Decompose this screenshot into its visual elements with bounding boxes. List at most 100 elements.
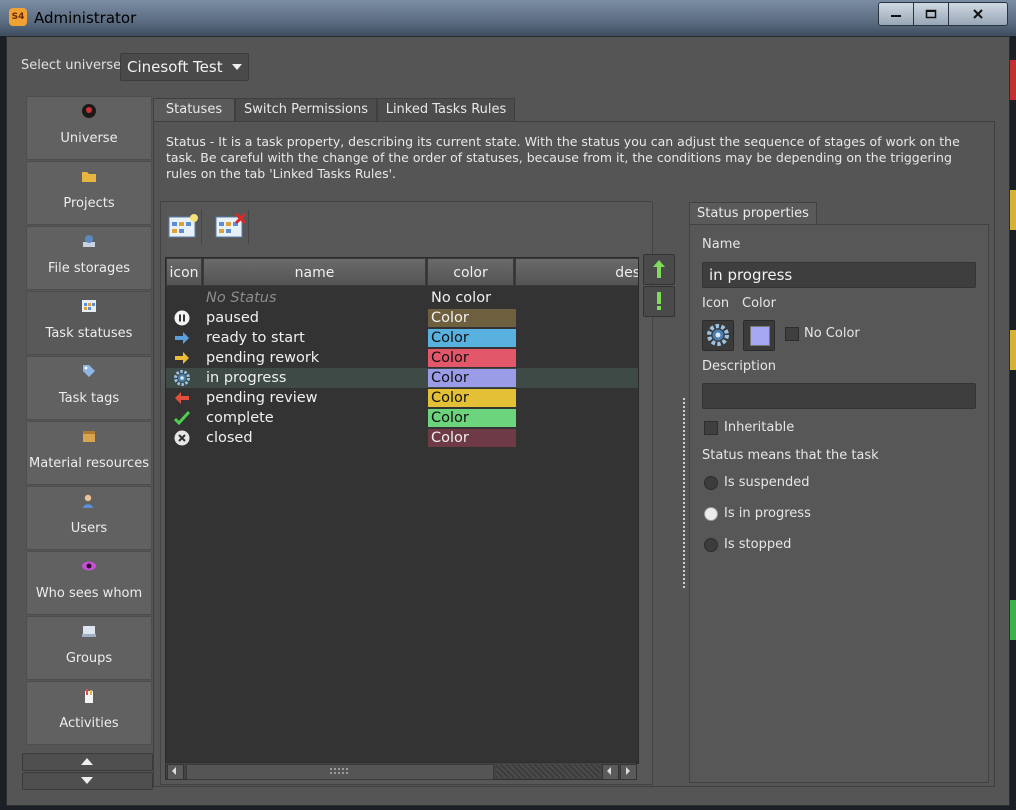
gear-icon [174,370,190,386]
table-row[interactable]: complete Color [166,408,638,428]
add-status-button[interactable] [163,210,202,244]
universe-label: Select universe [21,58,122,73]
column-header-name[interactable]: name [203,258,426,286]
pause-icon [174,310,190,326]
color-label: Color [742,296,776,311]
color-picker-button[interactable] [743,320,775,351]
scroll-right-button[interactable] [620,764,637,780]
tag-icon [83,365,95,377]
is-suspended-label: Is suspended [724,475,810,490]
window-title: Administrator [34,9,137,27]
no-color-label: No Color [804,326,860,341]
table-row[interactable]: in progress Color [166,368,638,388]
statuses-panel: icon name color des No Status No color p… [160,201,653,785]
sidebar-item-material-resources[interactable]: Material resources [26,421,152,485]
scrollbar-thumb[interactable] [186,764,494,780]
desktop-strip [1009,190,1016,230]
sidebar-item-label: Projects [63,196,115,211]
is-stopped-label: Is stopped [724,537,792,552]
status-name-field[interactable]: in progress [702,262,976,288]
close-circle-icon [174,430,190,446]
desktop-strip [1009,600,1016,640]
sidebar-item-groups[interactable]: Groups [26,616,152,680]
sidebar-item-users[interactable]: Users [26,486,152,550]
scroll-left-button[interactable] [167,764,184,780]
universe-icon [82,104,96,118]
storage-icon [83,235,95,247]
sidebar-item-label: Groups [65,651,113,666]
universe-select[interactable]: Cinesoft Test [120,53,249,81]
description-label: Description [702,359,777,374]
minimize-button[interactable] [879,3,914,25]
groups-icon [82,626,96,637]
tab-statuses[interactable]: Statuses [153,98,235,121]
panel-splitter[interactable] [683,398,685,588]
sidebar-item-universe[interactable]: Universe [26,96,152,160]
minimize-icon [891,15,901,17]
scrollbar-track[interactable] [496,764,600,778]
table-row[interactable]: closed Color [166,428,638,448]
is-stopped-radio[interactable] [704,538,718,552]
column-header-icon[interactable]: icon [166,258,202,286]
table-row[interactable]: ready to start Color [166,328,638,348]
close-button[interactable] [949,3,1007,25]
table-row[interactable]: pending rework Color [166,348,638,368]
inheritable-checkbox[interactable] [704,421,718,435]
column-header-description[interactable]: des [515,258,638,286]
sidebar: Universe Projects File storages Task sta… [26,96,152,748]
sidebar-item-label: Users [70,521,108,536]
color-swatch [750,326,770,346]
delete-status-button[interactable] [210,210,249,244]
no-color-checkbox[interactable] [785,327,799,341]
status-color-cell: Color [428,369,516,387]
maximize-button[interactable] [914,3,949,25]
is-suspended-radio[interactable] [704,476,718,490]
window-controls [878,2,1008,26]
description-field[interactable] [702,383,976,409]
sidebar-item-label: Material resources [29,456,149,471]
scroll-left-button[interactable] [602,764,619,780]
add-status-icon [168,214,198,238]
horizontal-scrollbar[interactable] [165,762,637,780]
sidebar-item-label: Who sees whom [35,586,143,601]
box-icon [83,431,95,442]
move-up-button[interactable] [643,254,675,285]
sidebar-item-label: Universe [60,131,118,146]
chevron-down-icon [81,777,93,784]
tab-linked-tasks-rules[interactable]: Linked Tasks Rules [377,98,515,121]
sidebar-item-task-statuses[interactable]: Task statuses [26,291,152,355]
sidebar-item-who-sees-whom[interactable]: Who sees whom [26,551,152,615]
desktop-strip [1009,60,1016,100]
sidebar-scroll-up-button[interactable] [22,753,153,771]
table-row[interactable]: No Status No color [166,288,638,308]
sidebar-scroll-down-button[interactable] [22,772,153,790]
sidebar-item-activities[interactable]: Activities [26,681,152,745]
is-in-progress-radio[interactable] [704,507,718,521]
gear-icon [707,324,729,346]
arrow-right-yellow-icon [175,352,189,364]
main-window: Select universe Cinesoft Test Universe P… [6,36,1010,806]
status-name-value: in progress [709,266,793,284]
icon-picker-button[interactable] [702,320,734,351]
statuses-table: icon name color des No Status No color p… [165,257,639,764]
eye-icon [82,561,96,571]
chevron-down-icon [232,64,242,70]
sidebar-item-label: Task statuses [45,326,133,341]
maximize-icon [925,9,937,19]
table-row[interactable]: paused Color [166,308,638,328]
desktop-strip [1009,330,1016,370]
sidebar-item-file-storages[interactable]: File storages [26,226,152,290]
status-name: closed [206,430,253,446]
column-header-color[interactable]: color [427,258,514,286]
grip-icon [330,768,348,774]
status-color-cell: Color [428,349,516,367]
sidebar-item-task-tags[interactable]: Task tags [26,356,152,420]
tab-status-properties[interactable]: Status properties [689,202,817,225]
universe-select-value: Cinesoft Test [127,58,223,76]
move-down-button[interactable] [643,286,675,317]
status-color-cell: Color [428,389,516,407]
table-row[interactable]: pending review Color [166,388,638,408]
delete-status-icon [215,213,246,238]
tab-switch-permissions[interactable]: Switch Permissions [235,98,377,121]
sidebar-item-projects[interactable]: Projects [26,161,152,225]
